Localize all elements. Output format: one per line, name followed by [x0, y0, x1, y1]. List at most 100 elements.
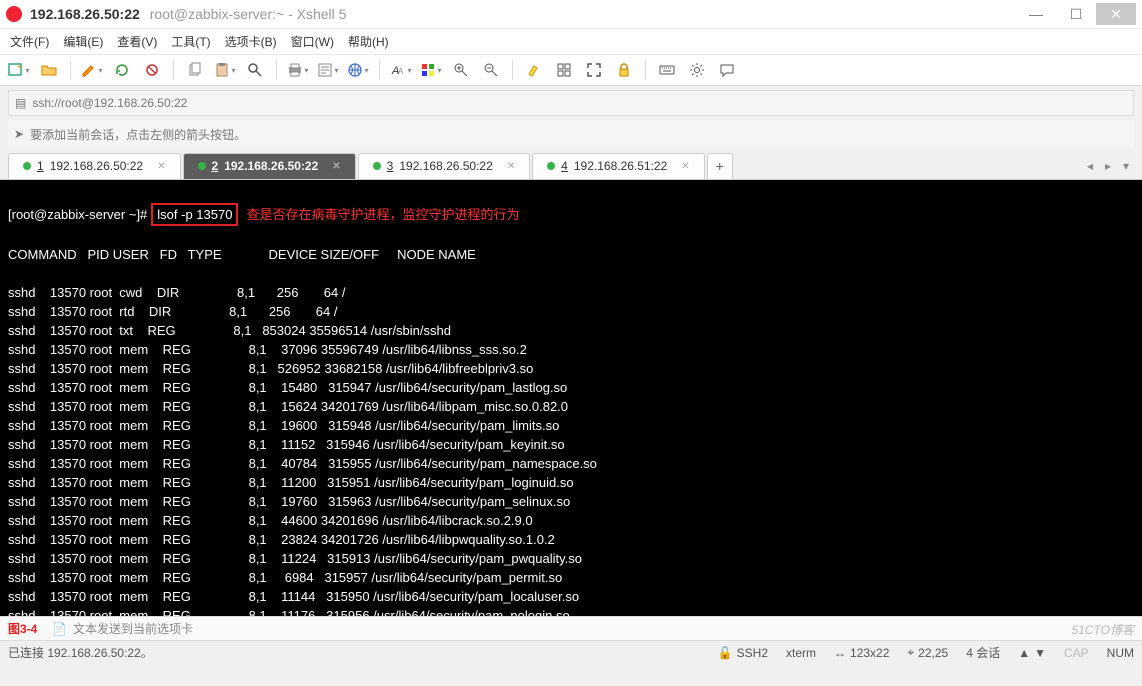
menu-tabs[interactable]: 选项卡(B): [225, 33, 277, 50]
status-dot-icon: [547, 162, 555, 170]
titlebar: 192.168.26.50:22 root@zabbix-server:~ - …: [0, 0, 1142, 28]
tab-1[interactable]: 1192.168.26.50:22✕: [8, 153, 181, 179]
scroll-down-icon[interactable]: ▼: [1034, 646, 1046, 660]
shell-prompt: [root@zabbix-server ~]#: [8, 205, 147, 224]
color-icon[interactable]: [420, 59, 442, 81]
add-tab-button[interactable]: +: [707, 153, 733, 179]
properties-icon[interactable]: [317, 59, 339, 81]
window-title-main: 192.168.26.50:22: [30, 6, 140, 22]
lsof-row: sshd 13570 root cwd DIR 8,1 256 64 /: [8, 283, 1134, 302]
command-box: lsof -p 13570: [151, 203, 238, 226]
bottom-hint: 图3-4 📄 文本发送到当前选项卡 51CTO博客: [0, 616, 1142, 640]
tab-close-icon[interactable]: ✕: [157, 161, 165, 172]
tab-close-icon[interactable]: ✕: [332, 161, 340, 172]
status-sessions: 4 会话: [966, 644, 1000, 661]
lock-icon[interactable]: [613, 59, 635, 81]
chat-icon[interactable]: [716, 59, 738, 81]
lsof-row: sshd 13570 root mem REG 8,1 11224 315913…: [8, 549, 1134, 568]
tab-3[interactable]: 3192.168.26.50:22✕: [358, 153, 531, 179]
status-ssh: SSH2: [737, 646, 768, 660]
size-icon: ↔: [834, 646, 846, 660]
menu-edit[interactable]: 编辑(E): [63, 33, 103, 50]
tab-4[interactable]: 4192.168.26.51:22✕: [532, 153, 705, 179]
toolbar: + AA: [0, 54, 1142, 86]
lsof-row: sshd 13570 root rtd DIR 8,1 256 64 /: [8, 302, 1134, 321]
lsof-row: sshd 13570 root mem REG 8,1 15624 342017…: [8, 397, 1134, 416]
zoom-in-icon[interactable]: [450, 59, 472, 81]
lsof-row: sshd 13570 root mem REG 8,1 37096 355967…: [8, 340, 1134, 359]
lsof-header: COMMAND PID USER FD TYPE DEVICE SIZE/OFF…: [8, 245, 1134, 264]
figure-label: 图3-4: [8, 620, 37, 637]
tab-menu-icon[interactable]: ▾: [1118, 159, 1134, 173]
status-pos: 22,25: [918, 646, 948, 660]
layout-icon[interactable]: [553, 59, 575, 81]
lsof-row: sshd 13570 root mem REG 8,1 6984 315957 …: [8, 568, 1134, 587]
address-text: ssh://root@192.168.26.50:22: [32, 96, 187, 110]
lock-small-icon: 🔓: [718, 646, 733, 660]
menu-view[interactable]: 查看(V): [117, 33, 157, 50]
copy-icon[interactable]: [184, 59, 206, 81]
disconnect-icon[interactable]: [141, 59, 163, 81]
lsof-row: sshd 13570 root mem REG 8,1 11152 315946…: [8, 435, 1134, 454]
fullscreen-icon[interactable]: [583, 59, 605, 81]
lsof-row: sshd 13570 root mem REG 8,1 23824 342017…: [8, 530, 1134, 549]
lsof-row: sshd 13570 root mem REG 8,1 19600 315948…: [8, 416, 1134, 435]
scroll-left-icon[interactable]: ◂: [1082, 159, 1098, 173]
menu-tools[interactable]: 工具(T): [171, 33, 210, 50]
open-icon[interactable]: [38, 59, 60, 81]
status-size: 123x22: [850, 646, 889, 660]
statusbar: 已连接 192.168.26.50:22。 🔓 SSH2 xterm ↔ 123x2…: [0, 640, 1142, 664]
hint-text: 要添加当前会话，点击左侧的箭头按钮。: [30, 126, 246, 143]
terminal[interactable]: [root@zabbix-server ~]#lsof -p 13570 查是否存…: [0, 180, 1142, 616]
addressbar[interactable]: ▤ ssh://root@192.168.26.50:22: [8, 90, 1134, 116]
tab-close-icon[interactable]: ✕: [681, 161, 689, 172]
annotation-text: 查是否存在病毒守护进程，监控守护进程的行为: [246, 205, 519, 224]
highlight-icon[interactable]: [523, 59, 545, 81]
minimize-button[interactable]: —: [1016, 3, 1056, 25]
edit-icon[interactable]: [81, 59, 103, 81]
maximize-button[interactable]: ☐: [1056, 3, 1096, 25]
app-icon: [6, 6, 22, 22]
status-connected: 已连接 192.168.26.50:22。: [8, 644, 153, 661]
zoom-out-icon[interactable]: [480, 59, 502, 81]
status-dot-icon: [23, 162, 31, 170]
status-num: NUM: [1107, 646, 1134, 660]
tabstrip: 1192.168.26.50:22✕ 2192.168.26.50:22✕ 31…: [0, 152, 1142, 180]
lsof-row: sshd 13570 root mem REG 8,1 44600 342016…: [8, 511, 1134, 530]
settings-icon[interactable]: [686, 59, 708, 81]
watermark: 51CTO博客: [1072, 621, 1134, 638]
status-caps: CAP: [1064, 646, 1089, 660]
tab-close-icon[interactable]: ✕: [507, 161, 515, 172]
find-icon[interactable]: [244, 59, 266, 81]
menubar: 文件(F) 编辑(E) 查看(V) 工具(T) 选项卡(B) 窗口(W) 帮助(…: [0, 28, 1142, 54]
cursor-icon: ⌖: [907, 645, 914, 660]
lsof-row: sshd 13570 root mem REG 8,1 40784 315955…: [8, 454, 1134, 473]
status-dot-icon: [198, 162, 206, 170]
paste-icon[interactable]: [214, 59, 236, 81]
bottom-hint-text: 文本发送到当前选项卡: [73, 620, 193, 637]
new-session-icon[interactable]: +: [8, 59, 30, 81]
svg-text:+: +: [17, 62, 22, 71]
print-icon[interactable]: [287, 59, 309, 81]
tab-scroll-arrows: ◂ ▸ ▾: [1082, 159, 1134, 173]
lsof-row: sshd 13570 root mem REG 8,1 19760 315963…: [8, 492, 1134, 511]
status-term: xterm: [786, 646, 816, 660]
lsof-row: sshd 13570 root mem REG 8,1 11144 315950…: [8, 587, 1134, 606]
copy-small-icon[interactable]: ▤: [15, 96, 26, 110]
font-icon[interactable]: AA: [390, 59, 412, 81]
keyboard-icon[interactable]: [656, 59, 678, 81]
globe-icon[interactable]: [347, 59, 369, 81]
close-button[interactable]: ✕: [1096, 3, 1136, 25]
menu-help[interactable]: 帮助(H): [348, 33, 389, 50]
reconnect-icon[interactable]: [111, 59, 133, 81]
svg-text:A: A: [398, 67, 404, 76]
lsof-row: sshd 13570 root txt REG 8,1 853024 35596…: [8, 321, 1134, 340]
tab-2[interactable]: 2192.168.26.50:22✕: [183, 153, 356, 179]
scroll-right-icon[interactable]: ▸: [1100, 159, 1116, 173]
arrow-icon[interactable]: ➤: [14, 127, 24, 141]
menu-file[interactable]: 文件(F): [10, 33, 49, 50]
lsof-row: sshd 13570 root mem REG 8,1 15480 315947…: [8, 378, 1134, 397]
menu-window[interactable]: 窗口(W): [291, 33, 334, 50]
broadcast-icon[interactable]: 📄: [52, 622, 67, 636]
scroll-up-icon[interactable]: ▲: [1018, 646, 1030, 660]
